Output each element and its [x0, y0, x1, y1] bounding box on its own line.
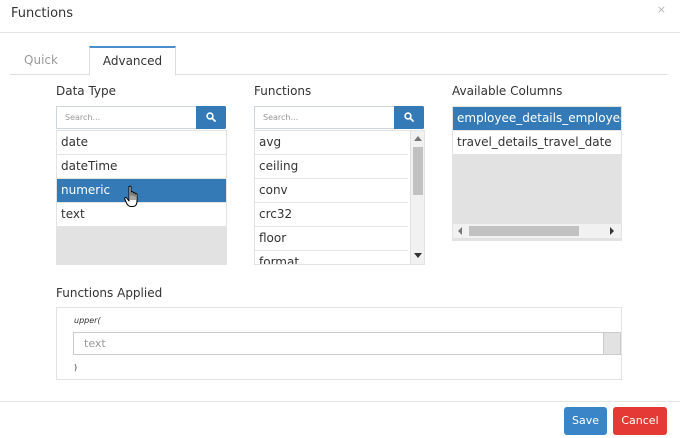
scroll-left-icon[interactable] — [458, 227, 462, 235]
cancel-button[interactable]: Cancel — [613, 407, 667, 435]
dialog-header: Functions × — [0, 0, 680, 33]
function-argument-value: text — [84, 337, 106, 350]
functions-search — [254, 106, 424, 129]
save-button[interactable]: Save — [564, 407, 607, 435]
scroll-up-icon[interactable] — [414, 136, 422, 141]
column-item[interactable]: travel_details_travel_date — [453, 131, 621, 155]
column-item[interactable]: employee_details_employee — [453, 107, 621, 131]
data-type-item[interactable]: date — [57, 131, 226, 155]
columns-scroll-thumb[interactable] — [469, 226, 579, 236]
functions-item[interactable]: avg — [255, 131, 408, 155]
search-icon — [404, 112, 414, 122]
functions-dialog: Functions × Quick Advanced Data Type dat… — [0, 0, 680, 438]
data-type-search — [56, 106, 226, 129]
dialog-title: Functions — [11, 6, 74, 21]
search-icon — [206, 112, 216, 122]
functions-item[interactable]: crc32 — [255, 203, 408, 227]
functions-item[interactable]: conv — [255, 179, 408, 203]
scroll-right-icon[interactable] — [610, 227, 614, 235]
functions-list: avg ceiling conv crc32 floor format — [254, 130, 425, 265]
hand-cursor-icon — [124, 185, 138, 207]
footer-divider — [0, 401, 680, 402]
argument-field-side-button[interactable] — [603, 333, 620, 354]
functions-item[interactable]: format — [255, 251, 408, 264]
functions-scrollbar[interactable] — [410, 131, 424, 264]
available-columns-label: Available Columns — [452, 84, 563, 98]
function-close-text: ) — [74, 363, 78, 372]
columns-hscrollbar[interactable] — [453, 224, 621, 238]
functions-label: Functions — [254, 84, 312, 98]
functions-search-button[interactable] — [394, 106, 424, 129]
data-type-search-input[interactable] — [57, 107, 195, 128]
function-open-text: upper( — [74, 316, 101, 325]
close-icon[interactable]: × — [657, 3, 666, 16]
data-type-item[interactable]: dateTime — [57, 155, 226, 179]
functions-applied-label: Functions Applied — [56, 286, 163, 300]
functions-scroll-thumb[interactable] — [413, 147, 423, 195]
data-type-search-button[interactable] — [196, 106, 226, 129]
scroll-down-icon[interactable] — [414, 253, 422, 258]
functions-search-input[interactable] — [255, 107, 393, 128]
functions-item[interactable]: ceiling — [255, 155, 408, 179]
available-columns-list: employee_details_employee travel_details… — [452, 106, 622, 241]
function-argument-field[interactable]: text — [73, 332, 621, 355]
functions-applied-box: upper( text ) — [56, 307, 622, 380]
functions-item[interactable]: floor — [255, 227, 408, 251]
tab-advanced[interactable]: Advanced — [89, 46, 176, 76]
tab-bar: Quick Advanced — [10, 46, 667, 76]
data-type-label: Data Type — [56, 84, 117, 98]
tab-quick[interactable]: Quick — [10, 46, 72, 75]
